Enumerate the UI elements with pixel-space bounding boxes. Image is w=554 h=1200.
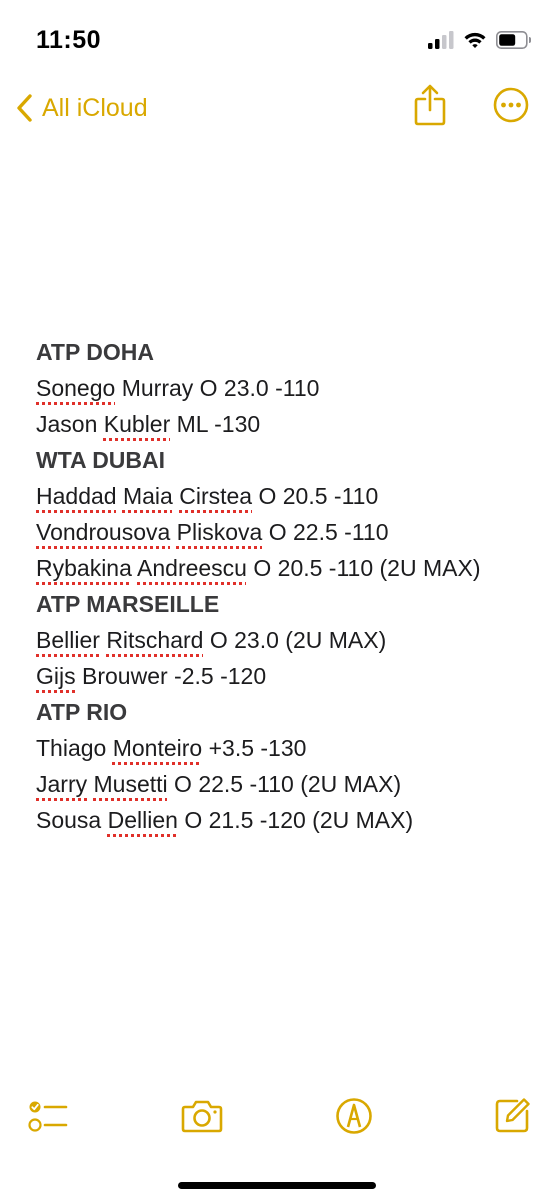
- misspelled-word: Pliskova: [176, 519, 263, 545]
- note-text-segment: Sousa: [36, 807, 108, 833]
- chevron-left-icon: [10, 92, 38, 124]
- camera-icon: [181, 1099, 223, 1138]
- misspelled-word: Dellien: [107, 807, 178, 833]
- compose-button[interactable]: [490, 1096, 534, 1140]
- status-icons: [428, 30, 532, 54]
- note-line: Jason Kubler ML -130: [36, 406, 536, 442]
- note-line: Sousa Dellien O 21.5 -120 (2U MAX): [36, 802, 536, 838]
- back-button[interactable]: All iCloud: [10, 88, 148, 128]
- note-line: Sonego Murray O 23.0 -110: [36, 370, 536, 406]
- note-text-segment: O 23.0 (2U MAX): [203, 627, 387, 653]
- note-text-segment: O 21.5 -120 (2U MAX): [177, 807, 414, 833]
- note-text-segment: Jason: [36, 411, 104, 437]
- note-text-segment: +3.5 -130: [202, 735, 307, 761]
- misspelled-word: Gijs: [36, 663, 76, 689]
- markup-button[interactable]: [332, 1096, 376, 1140]
- note-heading: ATP RIO: [36, 699, 128, 725]
- note-text-segment: O 20.5 -110 (2U MAX): [246, 555, 481, 581]
- note-text-segment: ML -130: [170, 411, 261, 437]
- more-button[interactable]: [490, 86, 532, 128]
- note-line: Gijs Brouwer -2.5 -120: [36, 658, 536, 694]
- cellular-signal-icon: [428, 30, 454, 54]
- note-text-segment: O 22.5 -110 (2U MAX): [167, 771, 402, 797]
- compose-icon: [493, 1097, 531, 1140]
- markup-pen-icon: [335, 1097, 373, 1140]
- battery-icon: [496, 30, 532, 54]
- misspelled-word: Musetti: [93, 771, 168, 797]
- misspelled-word: Maia: [122, 483, 173, 509]
- bottom-toolbar: [0, 1090, 554, 1146]
- note-text-segment: O 20.5 -110: [252, 483, 379, 509]
- misspelled-word: Cirstea: [179, 483, 253, 509]
- note-body[interactable]: ATP DOHA Sonego Murray O 23.0 -110 Jason K…: [36, 334, 536, 838]
- misspelled-word: Andreescu: [137, 555, 247, 581]
- navigation-bar: All iCloud: [0, 80, 554, 136]
- misspelled-word: Jarry: [36, 771, 88, 797]
- note-text-segment: Thiago: [36, 735, 113, 761]
- note-heading: ATP DOHA: [36, 339, 154, 365]
- note-heading: WTA DUBAI: [36, 447, 166, 473]
- misspelled-word: Haddad: [36, 483, 117, 509]
- status-bar: 11:50: [0, 0, 554, 80]
- note-line: Thiago Monteiro +3.5 -130: [36, 730, 536, 766]
- home-indicator: [178, 1182, 376, 1189]
- wifi-icon: [463, 31, 487, 54]
- note-heading: ATP MARSEILLE: [36, 591, 220, 617]
- misspelled-word: Kubler: [103, 411, 171, 437]
- misspelled-word: Rybakina: [36, 555, 132, 581]
- misspelled-word: Ritschard: [106, 627, 204, 653]
- checklist-icon: [28, 1098, 68, 1139]
- misspelled-word: Bellier: [36, 627, 100, 653]
- misspelled-word: Sonego: [36, 375, 116, 401]
- note-line: Jarry Musetti O 22.5 -110 (2U MAX): [36, 766, 536, 802]
- note-line: Haddad Maia Cirstea O 20.5 -110: [36, 478, 536, 514]
- note-text-segment: O 22.5 -110: [262, 519, 389, 545]
- note-line: Bellier Ritschard O 23.0 (2U MAX): [36, 622, 536, 658]
- note-line: Vondrousova Pliskova O 22.5 -110: [36, 514, 536, 550]
- share-icon: [414, 84, 446, 131]
- checklist-button[interactable]: [26, 1096, 70, 1140]
- note-line: Rybakina Andreescu O 20.5 -110 (2U MAX): [36, 550, 536, 586]
- status-time: 11:50: [36, 26, 102, 54]
- back-label: All iCloud: [42, 93, 148, 122]
- misspelled-word: Vondrousova: [36, 519, 171, 545]
- camera-button[interactable]: [180, 1096, 224, 1140]
- more-icon: [493, 87, 529, 128]
- misspelled-word: Monteiro: [112, 735, 203, 761]
- share-button[interactable]: [410, 82, 450, 132]
- note-text-segment: Brouwer -2.5 -120: [75, 663, 267, 689]
- note-text-segment: Murray O 23.0 -110: [115, 375, 320, 401]
